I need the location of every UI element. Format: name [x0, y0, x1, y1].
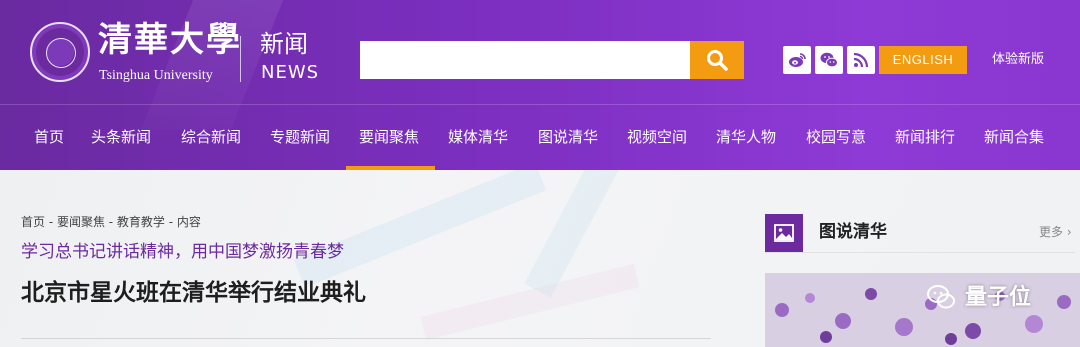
logo-english-name[interactable]: Tsinghua University — [99, 68, 213, 84]
sidebar-more-link[interactable]: 更多 › — [1039, 224, 1072, 240]
section-name-en[interactable]: NEWS — [261, 62, 319, 84]
wechat-button[interactable] — [815, 46, 843, 74]
image-icon — [774, 224, 794, 242]
nav-item-campus[interactable]: 校园写意 — [806, 104, 866, 170]
nav-item-home[interactable]: 首页 — [34, 104, 64, 170]
section-name-cn[interactable]: 新闻 — [260, 30, 308, 58]
nav-item-focus[interactable]: 要闻聚焦 — [359, 104, 419, 170]
university-seal-icon[interactable] — [30, 22, 90, 82]
nav-item-headlines[interactable]: 头条新闻 — [91, 104, 151, 170]
watermark-text: 量子位 — [965, 285, 1032, 310]
nav-item-photos[interactable]: 图说清华 — [538, 104, 598, 170]
sidebar-title[interactable]: 图说清华 — [819, 220, 887, 244]
nav-item-ranking[interactable]: 新闻排行 — [895, 104, 955, 170]
nav-item-collection[interactable]: 新闻合集 — [984, 104, 1044, 170]
sidebar-divider — [765, 252, 1075, 253]
nav-item-video[interactable]: 视频空间 — [627, 104, 687, 170]
nav-item-people[interactable]: 清华人物 — [716, 104, 776, 170]
site-header: 清華大學 Tsinghua University 新闻 NEWS ENGLISH… — [0, 0, 1080, 170]
breadcrumb[interactable]: 首页 - 要闻聚焦 - 教育教学 - 内容 — [21, 214, 201, 230]
article-title: 北京市星火班在清华举行结业典礼 — [21, 280, 366, 306]
main-nav: 首页 头条新闻 综合新闻 专题新闻 要闻聚焦 媒体清华 图说清华 视频空间 清华… — [0, 104, 1080, 170]
logo-chinese-name[interactable]: 清華大學 — [98, 20, 242, 60]
rss-button[interactable] — [847, 46, 875, 74]
featured-photo[interactable] — [765, 273, 1080, 347]
background-decoration — [293, 170, 547, 288]
weibo-icon — [789, 53, 806, 67]
search-input[interactable] — [360, 41, 690, 79]
weibo-button[interactable] — [783, 46, 811, 74]
sidebar-icon-box — [765, 214, 803, 252]
rss-icon — [853, 52, 869, 68]
wechat-icon — [820, 52, 838, 68]
nav-item-media[interactable]: 媒体清华 — [448, 104, 508, 170]
logo-separator — [240, 36, 241, 82]
nav-item-general[interactable]: 综合新闻 — [181, 104, 241, 170]
article-subtitle: 学习总书记讲话精神，用中国梦激扬青春梦 — [21, 242, 344, 262]
search-button[interactable] — [690, 41, 744, 79]
article-divider — [21, 338, 711, 339]
wechat-icon — [927, 285, 955, 309]
english-button[interactable]: ENGLISH — [879, 46, 967, 74]
try-new-version-link[interactable]: 体验新版 — [992, 50, 1044, 70]
nav-item-topics[interactable]: 专题新闻 — [270, 104, 330, 170]
search-icon — [707, 50, 728, 71]
